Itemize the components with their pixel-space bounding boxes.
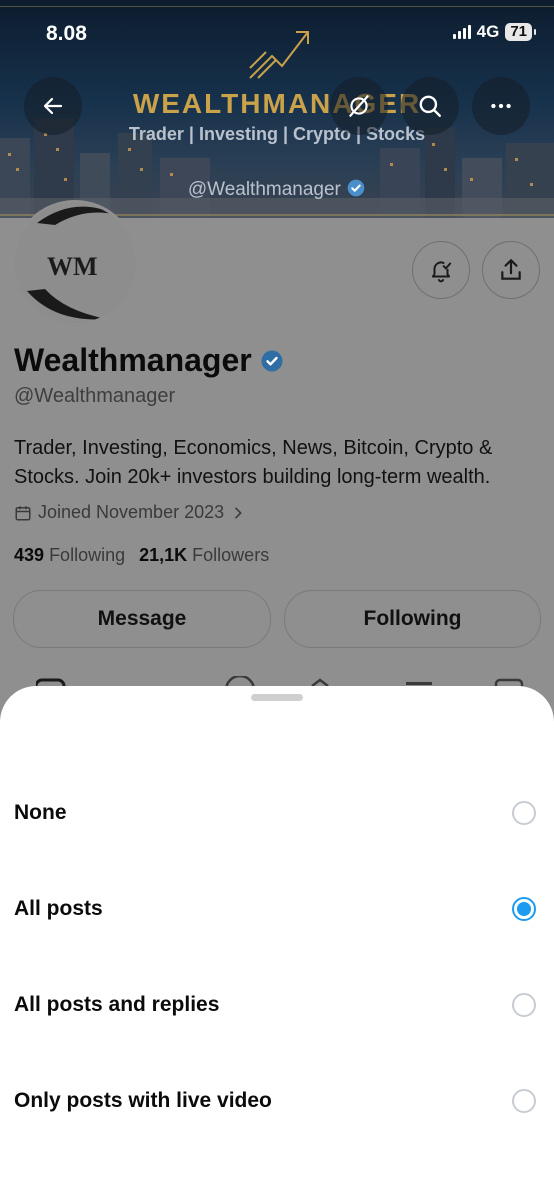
avatar-monogram: WM xyxy=(47,252,98,281)
option-label: None xyxy=(14,801,67,824)
battery-indicator: 71 xyxy=(505,23,536,41)
sheet-grabber[interactable] xyxy=(251,694,303,701)
followers-count: 21,1K xyxy=(139,545,188,565)
radio-button-selected[interactable] xyxy=(512,897,536,921)
banner-border-top xyxy=(0,6,554,7)
following-count: 439 xyxy=(14,545,45,565)
banner-subtitle: Trader | Investing | Crypto | Stocks xyxy=(128,124,426,144)
share-icon xyxy=(501,259,521,280)
profile-handle: @Wealthmanager xyxy=(14,385,176,407)
network-type: 4G xyxy=(476,22,500,41)
profile-name: Wealthmanager xyxy=(14,342,284,379)
status-time: 8.08 xyxy=(46,22,87,45)
back-arrow-icon xyxy=(43,97,63,115)
cellular-signal-icon xyxy=(452,25,471,39)
search-icon xyxy=(419,95,441,117)
chevron-right-icon xyxy=(235,507,242,518)
joined-text: Joined November 2023 xyxy=(38,502,225,522)
avatar-logo: WM xyxy=(15,203,135,323)
verified-badge-icon xyxy=(261,350,283,371)
following-label: Following xyxy=(49,545,126,565)
banner-handle-text: @Wealthmanager xyxy=(187,179,341,200)
notification-options-sheet: None All posts All posts and replies Onl… xyxy=(0,686,554,1200)
joined-date[interactable]: Joined November 2023 xyxy=(14,502,246,523)
option-label: Only posts with live video xyxy=(14,1089,272,1112)
option-label: All posts xyxy=(14,897,103,920)
share-button[interactable] xyxy=(482,241,540,299)
calendar-icon xyxy=(15,505,31,520)
option-live-video[interactable]: Only posts with live video xyxy=(0,1071,554,1131)
followers-label: Followers xyxy=(192,545,270,565)
more-button[interactable] xyxy=(472,77,530,135)
radio-button[interactable] xyxy=(512,1089,536,1113)
option-none[interactable]: None xyxy=(0,783,554,843)
radio-button[interactable] xyxy=(512,993,536,1017)
option-label: All posts and replies xyxy=(14,993,220,1016)
radio-button[interactable] xyxy=(512,801,536,825)
profile-screen: WEALTHMANAGER Trader | Investing | Crypt… xyxy=(0,0,554,1200)
banner-growth-logo xyxy=(249,31,309,79)
profile-name-text: Wealthmanager xyxy=(14,342,252,378)
option-all-posts[interactable]: All posts xyxy=(0,879,554,939)
following-button[interactable]: Following xyxy=(284,590,541,648)
back-button[interactable] xyxy=(24,77,82,135)
option-all-posts-and-replies[interactable]: All posts and replies xyxy=(0,975,554,1035)
verified-badge-icon xyxy=(346,178,366,204)
grok-icon xyxy=(349,95,369,117)
search-button[interactable] xyxy=(401,77,459,135)
followers-stat[interactable]: 21,1K Followers xyxy=(139,545,269,566)
following-stat[interactable]: 439 Following xyxy=(14,545,125,566)
message-button[interactable]: Message xyxy=(13,590,271,648)
avatar[interactable]: WM xyxy=(12,200,138,326)
notification-bell-icon xyxy=(431,261,452,283)
banner-title: WEALTHMANAGER xyxy=(132,88,422,119)
follow-stats: 439 Following 21,1K Followers xyxy=(14,545,269,566)
profile-bio: Trader, Investing, Economics, News, Bitc… xyxy=(14,437,493,488)
more-icon xyxy=(491,103,511,109)
notification-settings-button[interactable] xyxy=(412,241,470,299)
grok-button[interactable] xyxy=(330,77,388,135)
status-indicators: 4G 71 xyxy=(452,22,536,42)
profile-banner: WEALTHMANAGER Trader | Investing | Crypt… xyxy=(0,0,554,218)
